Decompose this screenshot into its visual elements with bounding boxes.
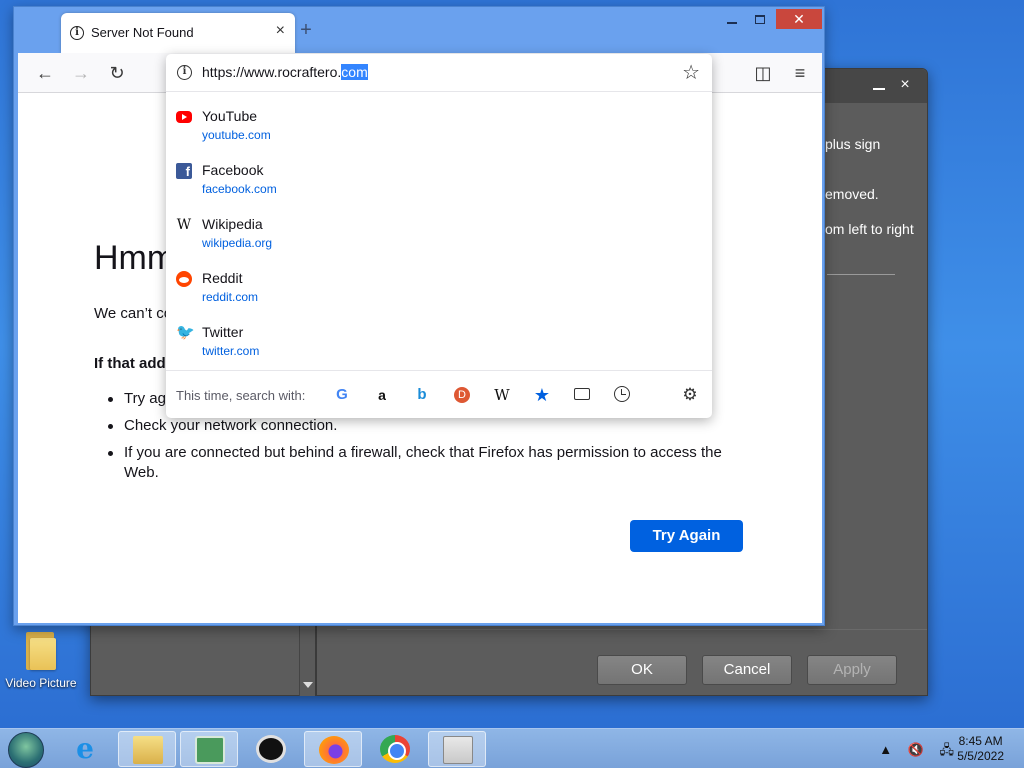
suggestion-facebook[interactable]: f Facebook facebook.com	[166, 160, 712, 214]
dialog-minimize-button[interactable]	[873, 78, 887, 92]
obs-icon	[256, 735, 286, 763]
suggestion-title: Facebook	[202, 162, 264, 178]
suggestion-title: Reddit	[202, 270, 243, 286]
bookmark-star-icon[interactable]: ☆	[682, 60, 700, 85]
error-subheading: If that add	[94, 355, 166, 372]
suggestion-title: YouTube	[202, 108, 258, 124]
one-off-search-bar: This time, search with: G a b D W ★ ⚙	[166, 370, 712, 418]
clock[interactable]: 8:45 AM 5/5/2022	[957, 734, 1004, 764]
site-info-icon[interactable]: i	[177, 65, 192, 80]
taskbar-file-explorer[interactable]	[118, 731, 176, 767]
suggestion-youtube[interactable]: YouTube youtube.com	[166, 106, 712, 160]
url-input[interactable]: https://www.rocraftero.com	[202, 64, 368, 80]
show-hidden-icons-icon[interactable]: ▲	[879, 742, 892, 757]
google-icon[interactable]: G	[332, 385, 352, 405]
facebook-icon: f	[176, 163, 192, 179]
tab-close-icon[interactable]: ×	[276, 22, 285, 40]
history-clock-icon[interactable]	[614, 386, 630, 402]
tab-server-not-found[interactable]: i Server Not Found ×	[61, 13, 295, 53]
bing-icon[interactable]: b	[412, 385, 432, 405]
amazon-icon[interactable]: a	[372, 385, 392, 405]
firefox-icon	[319, 736, 349, 764]
taskbar: e ▲ 🔇 🖧 8:45 AM 5/5/2022	[0, 728, 1024, 768]
minimize-button[interactable]	[718, 9, 746, 29]
tabs-icon[interactable]	[574, 388, 590, 400]
start-button[interactable]	[8, 732, 44, 768]
internet-explorer-icon: e	[76, 732, 94, 765]
taskbar-firefox[interactable]	[304, 731, 362, 767]
taskbar-internet-explorer[interactable]: e	[56, 731, 114, 767]
taskbar-remote-desktop[interactable]	[428, 731, 486, 767]
dialog-scrollbar[interactable]	[299, 624, 315, 696]
suggestion-title: Twitter	[202, 324, 244, 340]
maximize-button[interactable]	[746, 9, 774, 29]
desktop-icon-label: Video Picture	[5, 676, 77, 690]
pocket-icon[interactable]: ◫	[753, 63, 773, 83]
suggestion-url: reddit.com	[202, 290, 259, 304]
search-settings-gear-icon[interactable]: ⚙	[680, 385, 700, 405]
error-description: We can’t co	[94, 305, 173, 322]
twitter-icon: 🐦	[176, 324, 195, 341]
tab-title: Server Not Found	[91, 25, 194, 40]
control-panel-icon	[195, 736, 225, 764]
dialog-text-line-3: om left to right	[825, 221, 914, 237]
url-selected-text: com	[341, 64, 368, 80]
clock-date: 5/5/2022	[957, 749, 1004, 763]
desktop-icon-video-picture[interactable]: Video Picture	[2, 628, 80, 690]
scroll-down-arrow-icon[interactable]	[303, 682, 313, 688]
dialog-close-button[interactable]: ×	[891, 73, 919, 97]
suggestion-url: youtube.com	[202, 128, 271, 142]
network-icon[interactable]: 🖧	[940, 742, 955, 757]
try-again-button[interactable]: Try Again	[630, 520, 743, 552]
minimize-icon	[727, 22, 737, 24]
chrome-icon	[380, 735, 410, 763]
suggestion-title: Wikipedia	[202, 216, 263, 232]
suggestion-url: facebook.com	[202, 182, 277, 196]
dialog-button-divider	[347, 629, 927, 630]
clock-time: 8:45 AM	[958, 734, 1003, 748]
dialog-text-line-1: plus sign	[825, 136, 881, 152]
suggestion-wikipedia[interactable]: W Wikipedia wikipedia.org	[166, 214, 712, 268]
dialog-text-line-2: emoved.	[825, 186, 879, 202]
new-tab-button[interactable]: +	[294, 19, 318, 42]
list-item: Check your network connection.	[94, 416, 734, 436]
suggestion-reddit[interactable]: Reddit reddit.com	[166, 268, 712, 322]
maximize-icon	[755, 15, 765, 24]
duckduckgo-icon[interactable]: D	[454, 387, 470, 403]
forward-arrow-icon[interactable]: →	[71, 63, 91, 83]
suggestion-twitter[interactable]: 🐦 Twitter twitter.com	[166, 322, 712, 376]
bookmarks-star-icon[interactable]: ★	[532, 385, 552, 405]
suggestion-url: twitter.com	[202, 344, 260, 358]
url-suggestions-panel: i https://www.rocraftero.com ☆ YouTube y…	[166, 54, 712, 418]
search-with-label: This time, search with:	[176, 388, 306, 403]
dialog-divider	[827, 274, 895, 275]
taskbar-control-panel[interactable]	[180, 731, 238, 767]
wikipedia-search-icon[interactable]: W	[492, 385, 512, 405]
system-tray: ▲ 🔇 🖧	[867, 741, 954, 763]
ok-button[interactable]: OK	[597, 655, 687, 685]
info-icon: i	[70, 26, 84, 40]
suggestion-url: wikipedia.org	[202, 236, 273, 250]
hamburger-menu-icon[interactable]: ≡	[790, 63, 810, 83]
volume-muted-icon[interactable]: 🔇	[908, 742, 924, 757]
dialog-splitter	[315, 624, 317, 696]
back-arrow-icon[interactable]: ←	[35, 63, 55, 83]
url-bar[interactable]: i https://www.rocraftero.com ☆	[166, 54, 712, 92]
cancel-button[interactable]: Cancel	[702, 655, 792, 685]
window-close-button[interactable]: ✕	[776, 9, 822, 29]
youtube-icon	[176, 111, 192, 123]
remote-desktop-icon	[443, 736, 473, 764]
reload-icon[interactable]: ↻	[107, 63, 127, 83]
taskbar-chrome[interactable]	[366, 731, 424, 767]
taskbar-obs[interactable]	[242, 731, 300, 767]
url-text: https://www.rocraftero.	[202, 64, 342, 80]
apply-button[interactable]: Apply	[807, 655, 897, 685]
list-item: If you are connected but behind a firewa…	[94, 443, 734, 483]
file-explorer-icon	[133, 736, 163, 764]
folder-icon	[24, 628, 58, 670]
wikipedia-icon: W	[176, 217, 192, 233]
error-heading: Hmm	[94, 239, 176, 277]
reddit-icon	[176, 271, 192, 287]
